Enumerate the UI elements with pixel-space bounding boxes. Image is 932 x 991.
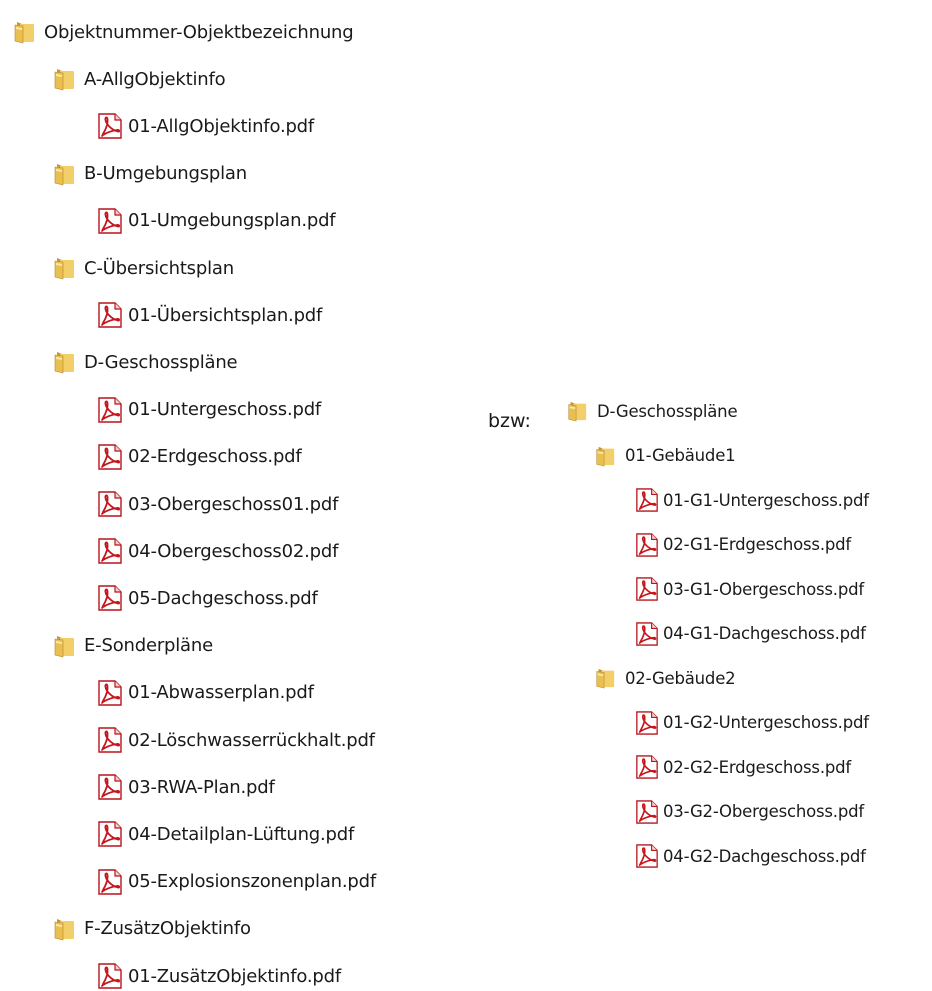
alt-file-item[interactable]: 04-G2-Dachgeschoss.pdf: [634, 841, 866, 871]
file-item[interactable]: 03-RWA-Plan.pdf: [96, 772, 275, 802]
file-name: 04-G1-Dachgeschoss.pdf: [663, 624, 866, 643]
file-name: 02-Löschwasserrückhalt.pdf: [128, 729, 375, 751]
pdf-icon: [634, 577, 660, 601]
folder-icon: [52, 256, 76, 280]
file-name: 01-G1-Untergeschoss.pdf: [663, 490, 869, 510]
file-item[interactable]: 04-Obergeschoss02.pdf: [96, 536, 338, 566]
alt-folder-item[interactable]: 02-Gebäude2: [594, 663, 736, 693]
folder-icon: [52, 917, 76, 941]
folder-name: D-Geschosspläne: [597, 401, 738, 421]
pdf-icon: [96, 491, 124, 517]
folder-item[interactable]: F-ZusätzObjektinfo: [52, 914, 251, 944]
file-item[interactable]: 02-Löschwasserrückhalt.pdf: [96, 725, 375, 755]
pdf-icon: [96, 774, 124, 800]
file-name: 04-Detailplan-Lüftung.pdf: [128, 823, 355, 845]
folder-item[interactable]: A-AllgObjektinfo: [52, 64, 226, 94]
file-name: 02-G2-Erdgeschoss.pdf: [663, 757, 852, 777]
folder-item[interactable]: B-Umgebungsplan: [52, 159, 247, 189]
folder-icon: [52, 162, 76, 186]
alt-root-folder[interactable]: D-Geschosspläne: [566, 396, 738, 426]
pdf-icon: [634, 755, 660, 779]
folder-name: D-Geschosspläne: [84, 351, 238, 373]
pdf-icon: [634, 711, 660, 735]
file-name: 04-Obergeschoss02.pdf: [128, 540, 339, 562]
pdf-icon: [96, 821, 124, 847]
file-name: 01-Abwasserplan.pdf: [128, 682, 314, 704]
file-name: 02-G1-Erdgeschoss.pdf: [663, 535, 852, 554]
alt-file-item[interactable]: 03-G2-Obergeschoss.pdf: [634, 797, 864, 827]
file-name: 01-Übersichtsplan.pdf: [128, 304, 323, 326]
alt-file-item[interactable]: 01-G2-Untergeschoss.pdf: [634, 708, 869, 738]
alt-file-item[interactable]: 02-G1-Erdgeschoss.pdf: [634, 530, 851, 560]
folder-icon: [12, 20, 36, 44]
pdf-icon: [96, 302, 124, 328]
file-name: 03-Obergeschoss01.pdf: [128, 493, 339, 515]
file-name: 05-Dachgeschoss.pdf: [128, 587, 318, 609]
file-name: 01-Untergeschoss.pdf: [128, 399, 322, 421]
file-item[interactable]: 01-Umgebungsplan.pdf: [96, 206, 336, 236]
file-name: 03-RWA-Plan.pdf: [128, 776, 275, 798]
pdf-icon: [96, 585, 124, 611]
root-folder[interactable]: Objektnummer-Objektbezeichnung: [12, 17, 354, 47]
folder-name: 02-Gebäude2: [625, 668, 736, 688]
file-name: 01-AllgObjektinfo.pdf: [128, 115, 315, 137]
file-item[interactable]: 01-AllgObjektinfo.pdf: [96, 111, 314, 141]
folder-name: F-ZusätzObjektinfo: [84, 918, 251, 940]
folder-name: 01-Gebäude1: [625, 446, 736, 465]
file-name: 01-Umgebungsplan.pdf: [128, 210, 336, 232]
file-item[interactable]: 02-Erdgeschoss.pdf: [96, 442, 302, 472]
pdf-icon: [634, 533, 660, 557]
alternative-label: bzw:: [488, 410, 531, 432]
pdf-icon: [96, 869, 124, 895]
file-name: 02-Erdgeschoss.pdf: [128, 446, 302, 468]
file-item[interactable]: 05-Explosionszonenplan.pdf: [96, 867, 376, 897]
alt-file-item[interactable]: 02-G2-Erdgeschoss.pdf: [634, 752, 851, 782]
alt-file-item[interactable]: 03-G1-Obergeschoss.pdf: [634, 574, 864, 604]
file-name: 03-G2-Obergeschoss.pdf: [663, 802, 864, 821]
folder-item[interactable]: D-Geschosspläne: [52, 347, 238, 377]
file-name: 05-Explosionszonenplan.pdf: [128, 871, 376, 893]
pdf-icon: [96, 208, 124, 234]
file-item[interactable]: 01-ZusätzObjektinfo.pdf: [96, 961, 341, 991]
folder-icon: [52, 67, 76, 91]
file-item[interactable]: 03-Obergeschoss01.pdf: [96, 489, 338, 519]
file-name: 03-G1-Obergeschoss.pdf: [663, 579, 864, 599]
folder-name: A-AllgObjektinfo: [84, 68, 226, 90]
folder-icon: [594, 445, 616, 467]
pdf-icon: [96, 397, 124, 423]
file-item[interactable]: 01-Übersichtsplan.pdf: [96, 300, 322, 330]
alt-file-item[interactable]: 01-G1-Untergeschoss.pdf: [634, 485, 869, 515]
file-name: 01-ZusätzObjektinfo.pdf: [128, 965, 341, 987]
folder-icon: [594, 667, 616, 689]
pdf-icon: [634, 488, 660, 512]
file-name: 04-G2-Dachgeschoss.pdf: [663, 846, 866, 866]
folder-icon: [566, 400, 588, 422]
pdf-icon: [96, 963, 124, 989]
folder-icon: [52, 634, 76, 658]
alt-folder-item[interactable]: 01-Gebäude1: [594, 441, 736, 471]
file-name: 01-G2-Untergeschoss.pdf: [663, 713, 869, 732]
file-item[interactable]: 05-Dachgeschoss.pdf: [96, 583, 318, 613]
file-item[interactable]: 01-Abwasserplan.pdf: [96, 678, 314, 708]
folder-name: B-Umgebungsplan: [84, 163, 247, 185]
folder-icon: [52, 350, 76, 374]
folder-name: Objektnummer-Objektbezeichnung: [44, 21, 354, 43]
file-item[interactable]: 01-Untergeschoss.pdf: [96, 395, 321, 425]
pdf-icon: [634, 622, 660, 646]
pdf-icon: [96, 113, 124, 139]
pdf-icon: [96, 538, 124, 564]
folder-item[interactable]: E-Sonderpläne: [52, 631, 213, 661]
file-item[interactable]: 04-Detailplan-Lüftung.pdf: [96, 819, 354, 849]
pdf-icon: [96, 727, 124, 753]
pdf-icon: [634, 800, 660, 824]
pdf-icon: [96, 444, 124, 470]
folder-item[interactable]: C-Übersichtsplan: [52, 253, 234, 283]
pdf-icon: [96, 680, 124, 706]
folder-name: C-Übersichtsplan: [84, 257, 234, 279]
folder-name: E-Sonderpläne: [84, 635, 213, 657]
alt-file-item[interactable]: 04-G1-Dachgeschoss.pdf: [634, 619, 866, 649]
pdf-icon: [634, 844, 660, 868]
